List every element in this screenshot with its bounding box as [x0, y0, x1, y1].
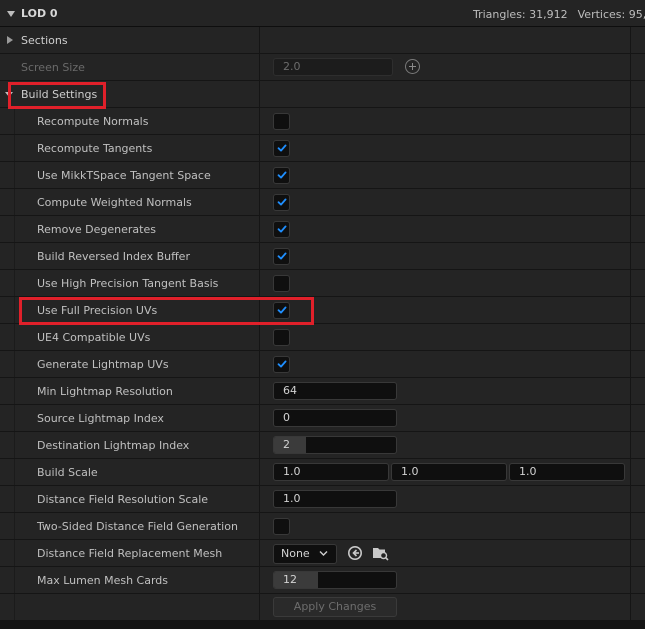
high-precision-tangent-row: Use High Precision Tangent Basis — [0, 270, 645, 297]
use-selected-asset-icon[interactable] — [347, 545, 363, 561]
dest-lightmap-index-label: Destination Lightmap Index — [37, 439, 190, 452]
generate-lightmap-uvs-row: Generate Lightmap UVs — [0, 351, 645, 378]
build-scale-row: Build Scale 1.0 1.0 1.0 — [0, 459, 645, 486]
df-resolution-scale-field[interactable]: 1.0 — [273, 490, 397, 508]
df-replacement-mesh-row: Distance Field Replacement Mesh None — [0, 540, 645, 567]
dest-lightmap-index-field[interactable]: 2 — [273, 436, 397, 454]
spinbox-fill — [274, 437, 306, 453]
checkmark-icon — [277, 360, 287, 368]
checkmark-icon — [277, 198, 287, 206]
remove-degenerates-label: Remove Degenerates — [37, 223, 156, 236]
build-scale-y-field[interactable]: 1.0 — [391, 463, 507, 481]
mikkt-space-label: Use MikkTSpace Tangent Space — [37, 169, 211, 182]
min-lightmap-res-row: Min Lightmap Resolution 64 — [0, 378, 645, 405]
remove-degenerates-row: Remove Degenerates — [0, 216, 645, 243]
max-lumen-cards-field[interactable]: 12 — [273, 571, 397, 589]
screen-size-label: Screen Size — [21, 61, 85, 74]
full-precision-uvs-highlight — [19, 297, 314, 325]
checkmark-icon — [277, 225, 287, 233]
generate-lightmap-uvs-checkbox[interactable] — [273, 356, 290, 373]
checkmark-icon — [277, 252, 287, 260]
browse-asset-icon[interactable] — [372, 545, 389, 561]
max-lumen-cards-row: Max Lumen Mesh Cards 12 — [0, 567, 645, 594]
two-sided-df-label: Two-Sided Distance Field Generation — [37, 520, 238, 533]
reversed-index-label: Build Reversed Index Buffer — [37, 250, 190, 263]
apply-row: Apply Changes — [0, 594, 645, 621]
ue4-compatible-uvs-row: UE4 Compatible UVs — [0, 324, 645, 351]
df-replacement-mesh-label: Distance Field Replacement Mesh — [37, 547, 223, 560]
remove-degenerates-checkbox[interactable] — [273, 221, 290, 238]
build-scale-z-field[interactable]: 1.0 — [509, 463, 625, 481]
df-resolution-scale-label: Distance Field Resolution Scale — [37, 493, 209, 506]
high-precision-tangent-checkbox[interactable] — [273, 275, 290, 292]
two-sided-df-checkbox[interactable] — [273, 518, 290, 535]
replacement-mesh-dropdown[interactable]: None — [273, 544, 337, 564]
ue4-compatible-uvs-label: UE4 Compatible UVs — [37, 331, 151, 344]
generate-lightmap-uvs-label: Generate Lightmap UVs — [37, 358, 169, 371]
mikkt-space-checkbox[interactable] — [273, 167, 290, 184]
recompute-normals-row: Recompute Normals — [0, 108, 645, 135]
max-lumen-cards-label: Max Lumen Mesh Cards — [37, 574, 169, 587]
ue4-compatible-uvs-checkbox[interactable] — [273, 329, 290, 346]
expand-arrow-icon[interactable] — [7, 36, 13, 44]
replacement-mesh-value: None — [281, 547, 310, 560]
apply-changes-button[interactable]: Apply Changes — [273, 597, 397, 617]
chevron-down-icon — [319, 551, 328, 556]
recompute-normals-checkbox[interactable] — [273, 113, 290, 130]
weighted-normals-checkbox[interactable] — [273, 194, 290, 211]
mikkt-space-row: Use MikkTSpace Tangent Space — [0, 162, 645, 189]
build-scale-label: Build Scale — [37, 466, 98, 479]
dest-lightmap-index-row: Destination Lightmap Index 2 — [0, 432, 645, 459]
sections-category[interactable]: Sections — [0, 27, 645, 54]
checkmark-icon — [277, 171, 287, 179]
df-resolution-scale-row: Distance Field Resolution Scale 1.0 — [0, 486, 645, 513]
min-lightmap-res-label: Min Lightmap Resolution — [37, 385, 173, 398]
screen-size-row: Screen Size 2.0 — [0, 54, 645, 81]
lod-title: LOD 0 — [21, 7, 58, 20]
high-precision-tangent-label: Use High Precision Tangent Basis — [37, 277, 219, 290]
build-settings-highlight — [8, 82, 106, 109]
checkmark-icon — [277, 144, 287, 152]
source-lightmap-index-label: Source Lightmap Index — [37, 412, 164, 425]
weighted-normals-row: Compute Weighted Normals — [0, 189, 645, 216]
weighted-normals-label: Compute Weighted Normals — [37, 196, 192, 209]
source-lightmap-index-row: Source Lightmap Index 0 — [0, 405, 645, 432]
triangle-count: Triangles: 31,912 — [473, 8, 568, 21]
add-icon[interactable] — [405, 59, 420, 74]
recompute-tangents-label: Recompute Tangents — [37, 142, 153, 155]
reversed-index-row: Build Reversed Index Buffer — [0, 243, 645, 270]
sections-label: Sections — [21, 34, 68, 47]
mesh-stats: Triangles: 31,912 Vertices: 95,734 — [473, 8, 645, 21]
recompute-tangents-checkbox[interactable] — [273, 140, 290, 157]
dest-lightmap-index-value: 2 — [283, 438, 290, 451]
two-sided-df-row: Two-Sided Distance Field Generation — [0, 513, 645, 540]
min-lightmap-res-field[interactable]: 64 — [273, 382, 397, 400]
recompute-normals-label: Recompute Normals — [37, 115, 149, 128]
reversed-index-checkbox[interactable] — [273, 248, 290, 265]
recompute-tangents-row: Recompute Tangents — [0, 135, 645, 162]
vertex-count: Vertices: 95,734 — [577, 8, 645, 21]
max-lumen-cards-value: 12 — [283, 573, 297, 586]
build-scale-x-field[interactable]: 1.0 — [273, 463, 389, 481]
screen-size-field: 2.0 — [273, 58, 393, 76]
lod-header[interactable]: LOD 0 Triangles: 31,912 Vertices: 95,734 — [0, 0, 645, 27]
collapse-arrow-icon[interactable] — [7, 11, 15, 17]
source-lightmap-index-field[interactable]: 0 — [273, 409, 397, 427]
